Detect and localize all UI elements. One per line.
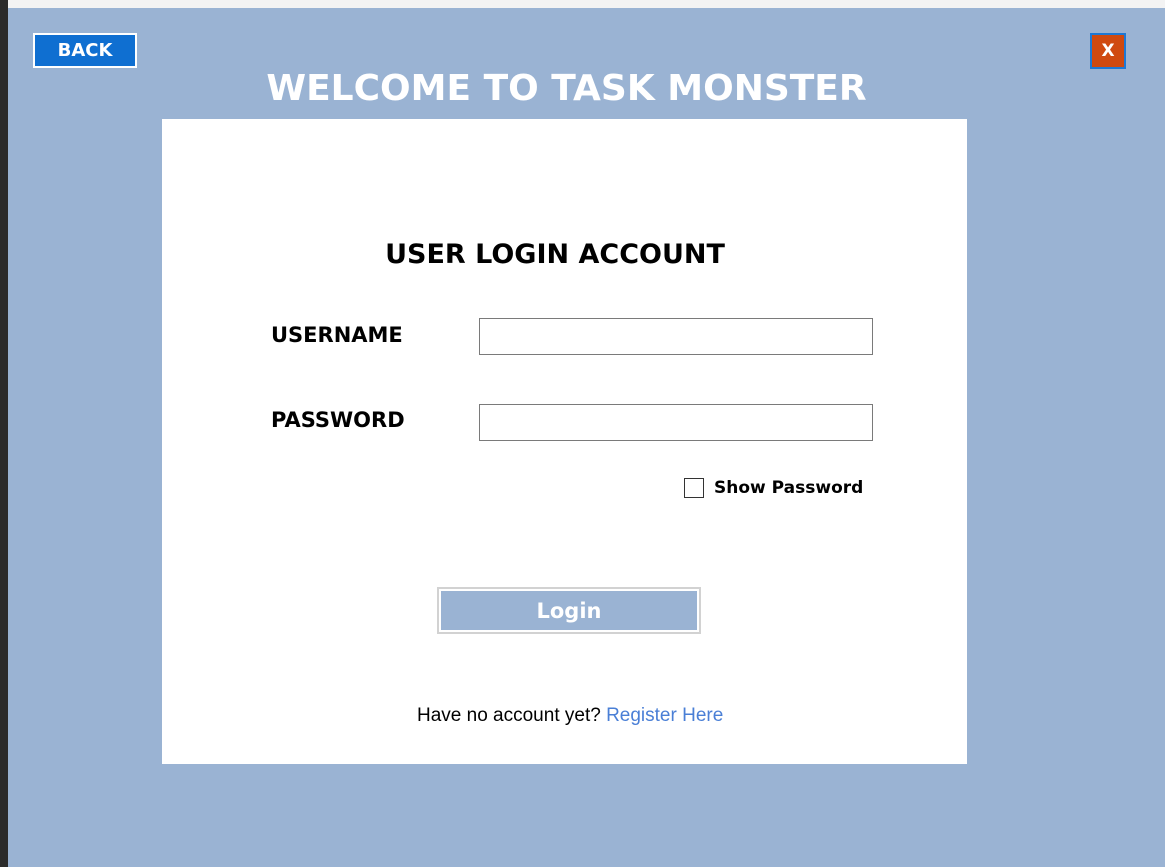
show-password-toggle[interactable]: Show Password — [684, 476, 863, 500]
close-button[interactable]: X — [1090, 33, 1126, 69]
login-button-label: Login — [536, 598, 602, 623]
login-title: USER LOGIN ACCOUNT — [385, 239, 725, 270]
window-edge — [0, 0, 8, 867]
login-card — [162, 119, 967, 764]
show-password-label: Show Password — [714, 478, 864, 498]
back-button-label: BACK — [57, 40, 113, 61]
register-prompt: Have no account yet? — [417, 705, 601, 726]
back-button[interactable]: BACK — [33, 33, 137, 68]
login-button[interactable]: Login — [437, 587, 701, 634]
username-label: USERNAME — [271, 323, 403, 347]
window-top-edge — [8, 0, 1165, 8]
username-input[interactable] — [479, 318, 873, 355]
register-line: Have no account yet? Register Here — [417, 703, 723, 729]
login-window: BACK X WELCOME TO TASK MONSTER USER LOGI… — [0, 0, 1165, 867]
show-password-checkbox[interactable] — [684, 478, 704, 498]
register-link[interactable]: Register Here — [606, 705, 723, 726]
password-label: PASSWORD — [271, 408, 405, 432]
welcome-title: WELCOME TO TASK MONSTER — [266, 68, 867, 109]
password-input[interactable] — [479, 404, 873, 441]
close-icon: X — [1101, 41, 1115, 61]
